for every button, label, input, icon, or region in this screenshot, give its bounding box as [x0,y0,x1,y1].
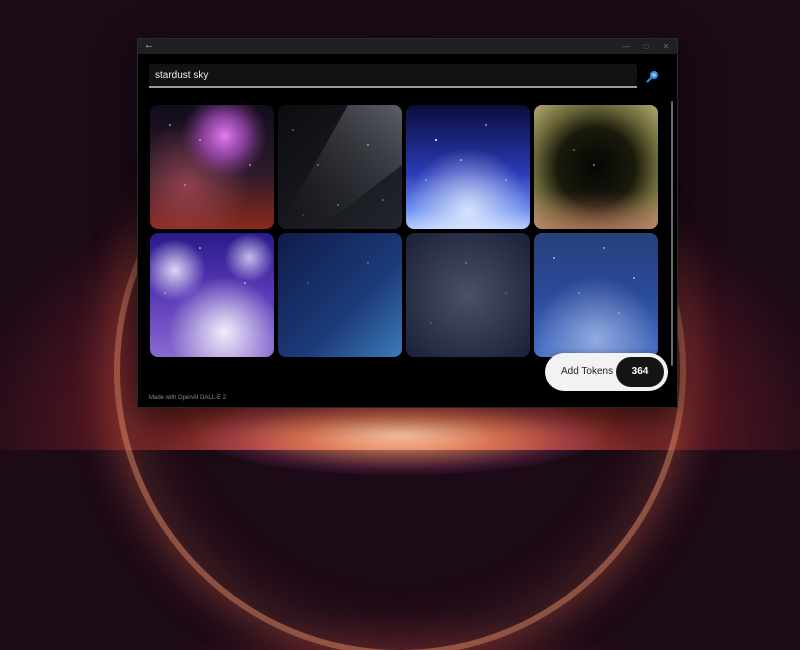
result-image-1[interactable] [150,105,274,229]
result-image-8[interactable] [534,233,658,357]
app-window: ← — □ ✕ stardust sky Made with OpenAI DA… [137,38,678,408]
title-bar: ← — □ ✕ [138,39,677,54]
result-image-4[interactable] [534,105,658,229]
search-input[interactable] [149,64,637,86]
maximize-icon[interactable]: □ [641,42,651,52]
result-image-6[interactable] [278,233,402,357]
result-image-2[interactable] [278,105,402,229]
search-icon[interactable] [646,69,660,83]
result-image-5[interactable] [150,233,274,357]
token-count-badge: 364 [616,357,664,387]
scrollbar[interactable] [671,101,673,366]
minimize-icon[interactable]: — [621,42,631,52]
back-arrow-icon[interactable]: ← [142,40,156,52]
credit-text: Made with OpenAI DALL-E 2 [149,395,227,401]
add-tokens-button[interactable]: Add Tokens [561,353,613,391]
result-image-3[interactable] [406,105,530,229]
add-tokens-pill[interactable]: Add Tokens 364 [545,353,668,391]
close-icon[interactable]: ✕ [661,42,671,52]
window-controls: — □ ✕ [621,39,671,54]
result-image-7[interactable] [406,233,530,357]
search-box [149,64,637,88]
